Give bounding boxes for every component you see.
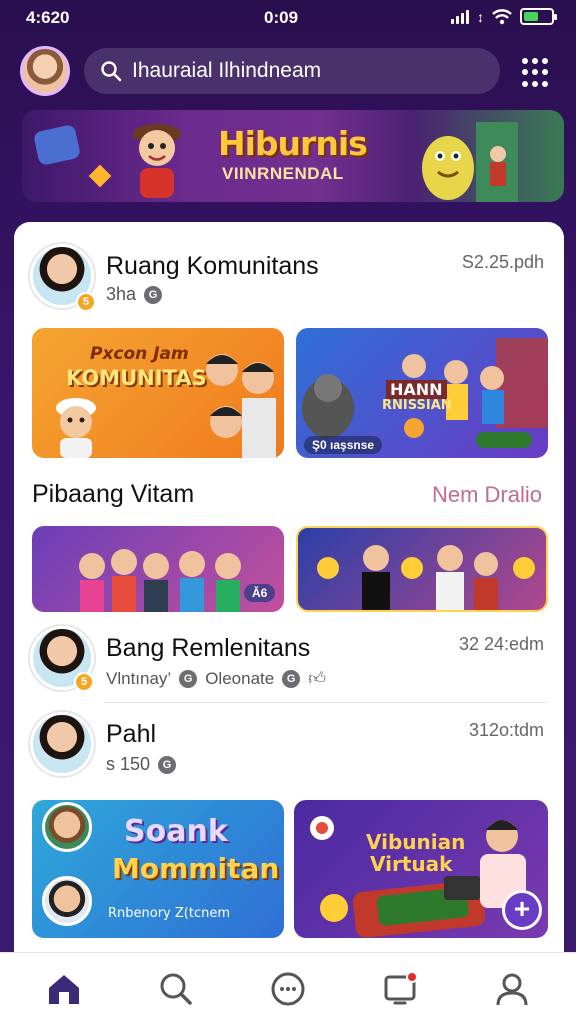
tab-profile[interactable] — [482, 959, 542, 1019]
post-meta-text: 3ha — [106, 284, 137, 304]
chat-icon — [271, 972, 305, 1005]
feed-panel: 5 Ruang Komunitans 3ha G S2.25.pdh Pxcon… — [14, 222, 564, 982]
card-title-small: Pxcon Jam — [90, 344, 189, 364]
level-badge-icon: 5 — [74, 672, 94, 692]
search-bar[interactable] — [84, 48, 500, 94]
home-icon — [49, 974, 79, 1004]
coin-icon: G — [158, 755, 177, 774]
card-footer: Ş0 ıaşsnse — [304, 436, 383, 454]
divider — [104, 702, 548, 703]
media-card-group[interactable]: Ǎ6 — [32, 526, 284, 612]
section-link[interactable]: Nem Dralio — [432, 482, 542, 508]
user-avatar[interactable] — [20, 46, 70, 96]
post-avatar[interactable] — [30, 712, 94, 776]
post-time: S2.25.pdh — [461, 252, 544, 272]
tab-notifications[interactable] — [370, 959, 430, 1019]
search-icon — [101, 61, 122, 82]
tab-search[interactable] — [146, 959, 206, 1019]
level-badge-icon: 5 — [76, 292, 96, 312]
card-title: HANN — [386, 380, 447, 399]
game-controller-icon — [32, 124, 82, 166]
tab-home[interactable] — [34, 959, 94, 1019]
wifi-icon — [492, 8, 512, 24]
like-icon[interactable]: 👍︎ — [308, 668, 326, 689]
card-tag: Ǎ6 — [244, 584, 276, 602]
post-header[interactable]: 5 Bang Remlenitans Vlntınay’ G Oleonate … — [14, 626, 564, 702]
post-time: 32 24:edm — [458, 634, 544, 654]
cartoon-kid-image — [56, 398, 96, 458]
post-meta-text-2: Oleonate — [205, 668, 275, 688]
card-title: Soank — [124, 814, 228, 849]
coin-icon: G — [282, 669, 301, 688]
add-post-button[interactable]: + — [502, 890, 542, 930]
status-bar: 4:620 0:09 ↕ — [0, 0, 576, 34]
apps-grid-icon[interactable] — [522, 58, 552, 88]
banner-subtitle: VIINRNENDAL — [222, 164, 344, 183]
header — [0, 40, 576, 104]
post-meta: ѕ 150 G — [106, 754, 177, 775]
coin-icon: G — [144, 285, 163, 304]
post-time: 312o:tdm — [468, 720, 544, 740]
card-subtitle: RNISSIAN — [382, 398, 452, 413]
status-time: 0:09 — [264, 8, 299, 27]
post-meta-text: ѕ 150 — [106, 754, 151, 774]
post-header[interactable]: 5 Ruang Komunitans 3ha G S2.25.pdh — [14, 242, 564, 318]
post-header[interactable]: Pahl ѕ 150 G 312o:tdm — [14, 712, 564, 788]
post-meta-text: Vlntınay’ — [106, 668, 172, 688]
media-card-game[interactable]: HANN RNISSIAN Ş0 ıaşsnse — [296, 328, 548, 458]
card-subtitle: Mommitan — [112, 852, 280, 885]
profile-icon — [496, 973, 528, 1005]
coin-icon: G — [179, 669, 198, 688]
event-scene-image — [317, 545, 535, 610]
post-author[interactable]: Bang Remlenitans — [106, 634, 310, 663]
tab-chat[interactable] — [258, 959, 318, 1019]
section-title: Pibaang Vitam — [32, 480, 195, 508]
card-title: Vibunian — [366, 830, 466, 854]
kid-avatar-image — [42, 802, 92, 852]
kids-group-image — [206, 354, 276, 458]
status-time-left: 4:620 — [26, 8, 70, 27]
sparkle-icon — [88, 164, 112, 188]
battery-icon — [520, 8, 557, 25]
card-title: KOMUNITAS — [66, 366, 207, 390]
post-author[interactable]: Ruang Komunitans — [106, 252, 319, 281]
notification-badge — [406, 970, 418, 983]
post-meta: Vlntınay’ G Oleonate G 👍︎ — [106, 668, 326, 689]
search-icon — [160, 973, 192, 1005]
card-subtitle: Virtuak — [370, 852, 453, 876]
data-icon: ↕ — [477, 8, 484, 25]
signal-icon — [451, 9, 469, 24]
media-card-soank[interactable]: Soank Mommitan Rnbenory Z(tcnem — [32, 800, 284, 938]
post-author[interactable]: Pahl — [106, 720, 156, 749]
banner-title: Hiburnis — [218, 124, 368, 163]
post-meta: 3ha G — [106, 284, 163, 305]
media-card-event[interactable] — [296, 526, 548, 612]
promo-banner[interactable]: Hiburnis VIINRNENDAL — [22, 110, 564, 202]
card-footer: Rnbenory Z(tcnem — [108, 906, 231, 921]
mascot-image — [422, 122, 518, 202]
media-card-komunitas[interactable]: Pxcon Jam KOMUNITAS — [32, 328, 284, 458]
bottom-tab-bar — [0, 952, 576, 1024]
kid-avatar-image — [42, 876, 92, 926]
search-input[interactable] — [132, 59, 462, 83]
cartoon-boy-image — [133, 124, 181, 198]
status-icons: ↕ — [451, 8, 557, 25]
